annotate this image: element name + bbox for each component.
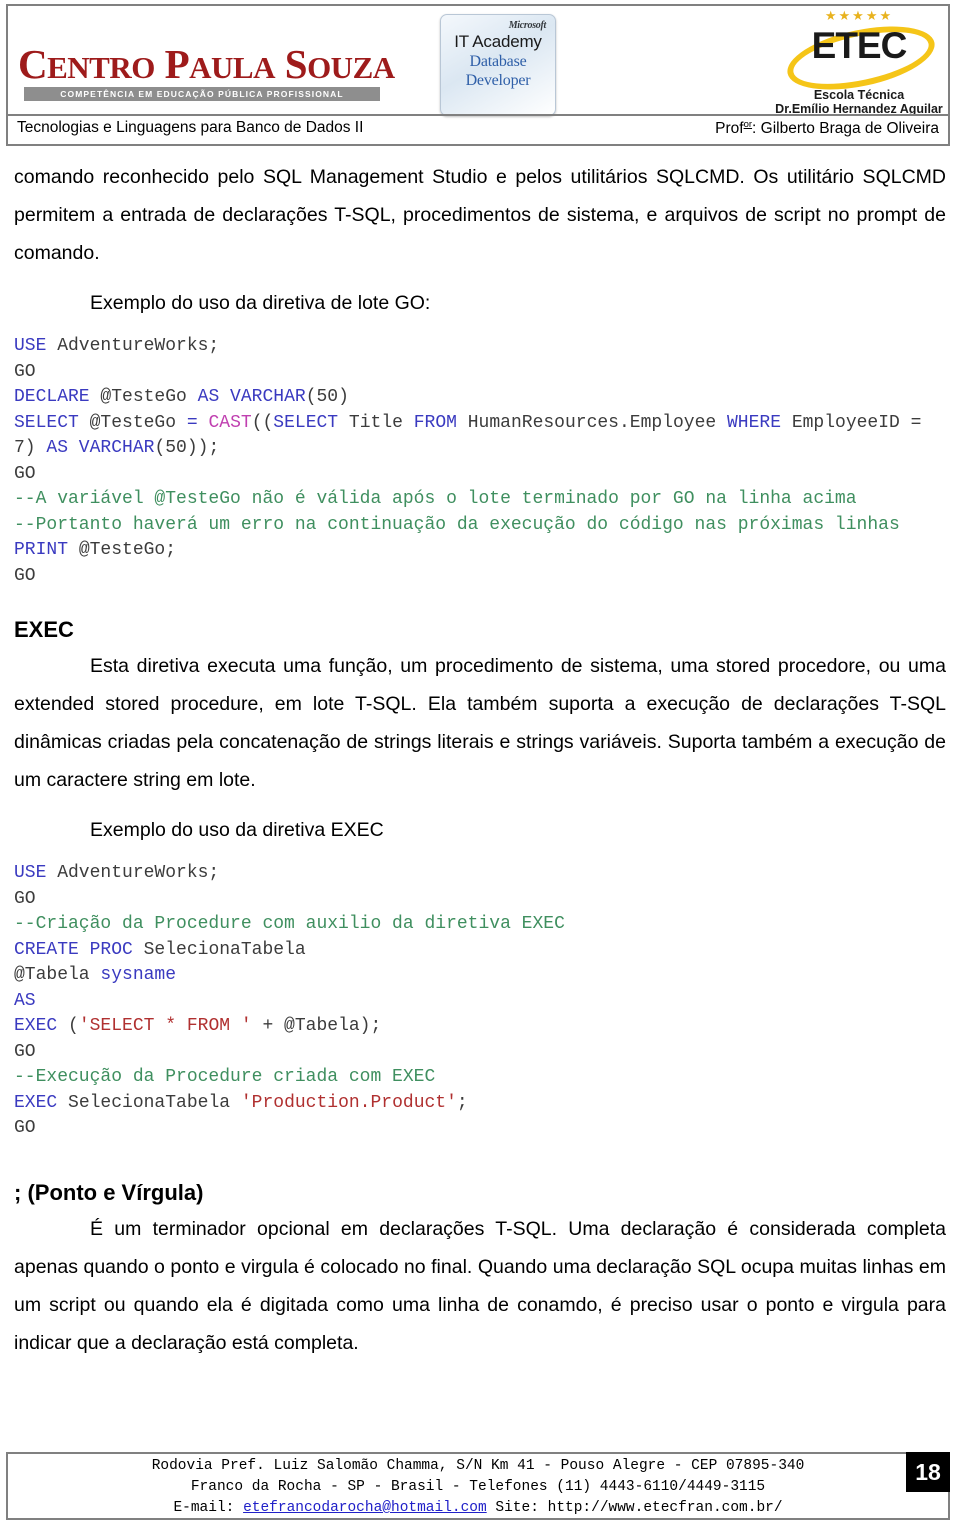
it-academy-label: IT Academy — [454, 32, 542, 51]
cps-wordmark: CENTRO PAULA SOUZA — [18, 41, 395, 87]
code-token: @TesteGo — [89, 387, 198, 407]
code-token: GO — [14, 1041, 36, 1062]
cps-rest: OUZA — [307, 50, 395, 85]
footer-line-city: Franco da Rocha - SP - Brasil - Telefone… — [190, 1479, 766, 1495]
code-token: SELECT — [273, 412, 339, 433]
course-title: Tecnologias e Linguagens para Banco de D… — [17, 119, 364, 136]
example-exec-label: Exemplo do uso da diretiva EXEC — [90, 819, 384, 841]
code-token: HumanResources.Employee — [456, 412, 727, 433]
etec-mark: ETEC — [764, 15, 954, 101]
code-token: PRINT — [14, 540, 69, 560]
code-token: USE — [14, 336, 47, 356]
microsoft-it-academy-badge: Microsoft IT Academy Database Developer — [440, 14, 556, 116]
code-token: SELECT — [14, 412, 79, 433]
code-token: (50) — [305, 387, 349, 407]
code-token: --Criação da Procedure com auxilio da di… — [14, 914, 565, 934]
etec-logo: ★★★★★ ETEC Escola Técnica Dr.Emílio Hern… — [764, 8, 954, 118]
professor-name: : Gilberto Braga de Oliveira — [752, 120, 939, 138]
code-token: AS VARCHAR — [197, 387, 306, 407]
page-header: CENTRO PAULA SOUZA COMPETÊNCIA EM EDUCAÇ… — [6, 4, 950, 146]
code-token: GO — [14, 1118, 36, 1138]
code-token: EXEC — [14, 1016, 58, 1036]
code-token: sysname — [100, 965, 177, 985]
code-token: --Portanto haverá um erro na continuação… — [14, 514, 900, 535]
code-token: (50)); — [154, 438, 220, 458]
example-go-label: Exemplo do uso da diretiva de lote GO: — [90, 292, 431, 314]
code-token: GO — [14, 565, 36, 586]
code-token: GO — [14, 888, 36, 909]
centro-paula-souza-logo: CENTRO PAULA SOUZA COMPETÊNCIA EM EDUCAÇ… — [18, 41, 395, 101]
footer-line-contact: E-mail: etefrancodarocha@hotmail.com Sit… — [8, 1498, 948, 1519]
etec-wordmark: ETEC — [811, 25, 908, 66]
microsoft-brand-label: Microsoft — [508, 20, 547, 31]
code-token: FROM — [413, 412, 457, 433]
developer-label: Developer — [465, 72, 531, 89]
exec-paragraph: Esta diretiva executa uma função, um pro… — [14, 655, 946, 791]
cps-rest: ENTRO — [47, 50, 155, 85]
code-token: (( — [251, 412, 274, 433]
cps-tagline: COMPETÊNCIA EM EDUCAÇÃO PÚBLICA PROFISSI… — [24, 87, 380, 101]
code-token: AdventureWorks; — [46, 863, 220, 883]
semicolon-paragraph: É um terminador opcional em declarações … — [14, 1217, 946, 1354]
semicolon-heading: ; (Ponto e Vírgula) — [14, 1179, 204, 1205]
code-token: Title — [338, 412, 414, 433]
code-token: DECLARE — [14, 387, 90, 407]
code-token: --Execução da Procedure criada com EXEC — [14, 1067, 436, 1087]
code-block-go: USE AdventureWorks; GO DECLARE @TesteGo … — [14, 334, 946, 589]
code-token: 'SELECT * FROM ' — [78, 1016, 252, 1036]
database-label: Database — [469, 53, 527, 70]
code-token: CAST — [208, 412, 252, 433]
header-logos-row: CENTRO PAULA SOUZA COMPETÊNCIA EM EDUCAÇ… — [8, 6, 948, 116]
professor-label: Profor: Gilberto Braga de Oliveira — [715, 119, 939, 138]
code-token: ; — [456, 1092, 468, 1113]
cps-initial: C — [18, 41, 48, 87]
footer-email-link[interactable]: etefrancodarocha@hotmail.com — [243, 1500, 487, 1516]
five-stars-icon: ★★★★★ — [824, 8, 894, 23]
document-body: comando reconhecido pelo SQL Management … — [14, 158, 946, 1362]
intro-paragraph: comando reconhecido pelo SQL Management … — [14, 166, 946, 264]
professor-superscript: or — [743, 119, 753, 130]
code-token: = — [186, 412, 198, 433]
code-token: USE — [14, 863, 47, 883]
code-token: 'Production.Product' — [240, 1092, 457, 1113]
code-token: AS — [14, 990, 36, 1011]
professor-prefix: Prof — [715, 120, 744, 138]
cps-initial: S — [284, 41, 308, 87]
code-token: ( — [57, 1016, 79, 1036]
code-token: SelecionaTabela — [132, 939, 306, 960]
footer-email-prefix: E-mail: — [173, 1500, 244, 1516]
code-token: EXEC — [14, 1092, 58, 1113]
code-token: WHERE — [727, 412, 782, 433]
footer-line-address: Rodovia Pref. Luiz Salomão Chamma, S/N K… — [151, 1458, 805, 1474]
etec-subtitle-escola: Escola Técnica — [813, 88, 905, 102]
code-token: SelecionaTabela — [57, 1092, 241, 1113]
code-token: GO — [14, 361, 36, 382]
code-token: + @Tabela); — [251, 1016, 382, 1036]
page-footer: Rodovia Pref. Luiz Salomão Chamma, S/N K… — [6, 1452, 950, 1520]
code-token: AS VARCHAR — [46, 438, 155, 458]
code-token: GO — [14, 463, 36, 484]
exec-heading: EXEC — [14, 617, 74, 642]
code-token: @Tabela — [14, 965, 101, 985]
code-token: @TesteGo — [78, 412, 187, 433]
cps-rest: AULA — [189, 50, 275, 85]
code-block-exec: USE AdventureWorks; GO --Criação da Proc… — [14, 861, 946, 1142]
code-token: CREATE PROC — [14, 939, 133, 960]
code-token: AdventureWorks; — [46, 336, 220, 356]
code-token: @TesteGo; — [68, 540, 177, 560]
code-token: --A variável @TesteGo não é válida após … — [14, 489, 857, 509]
page-number-badge: 18 — [906, 1452, 950, 1492]
cps-initial: P — [164, 41, 190, 87]
footer-address-block: Rodovia Pref. Luiz Salomão Chamma, S/N K… — [8, 1454, 948, 1519]
header-title-bar: Tecnologias e Linguagens para Banco de D… — [8, 114, 948, 144]
footer-site-suffix: Site: http://www.etecfran.com.br/ — [486, 1500, 783, 1516]
